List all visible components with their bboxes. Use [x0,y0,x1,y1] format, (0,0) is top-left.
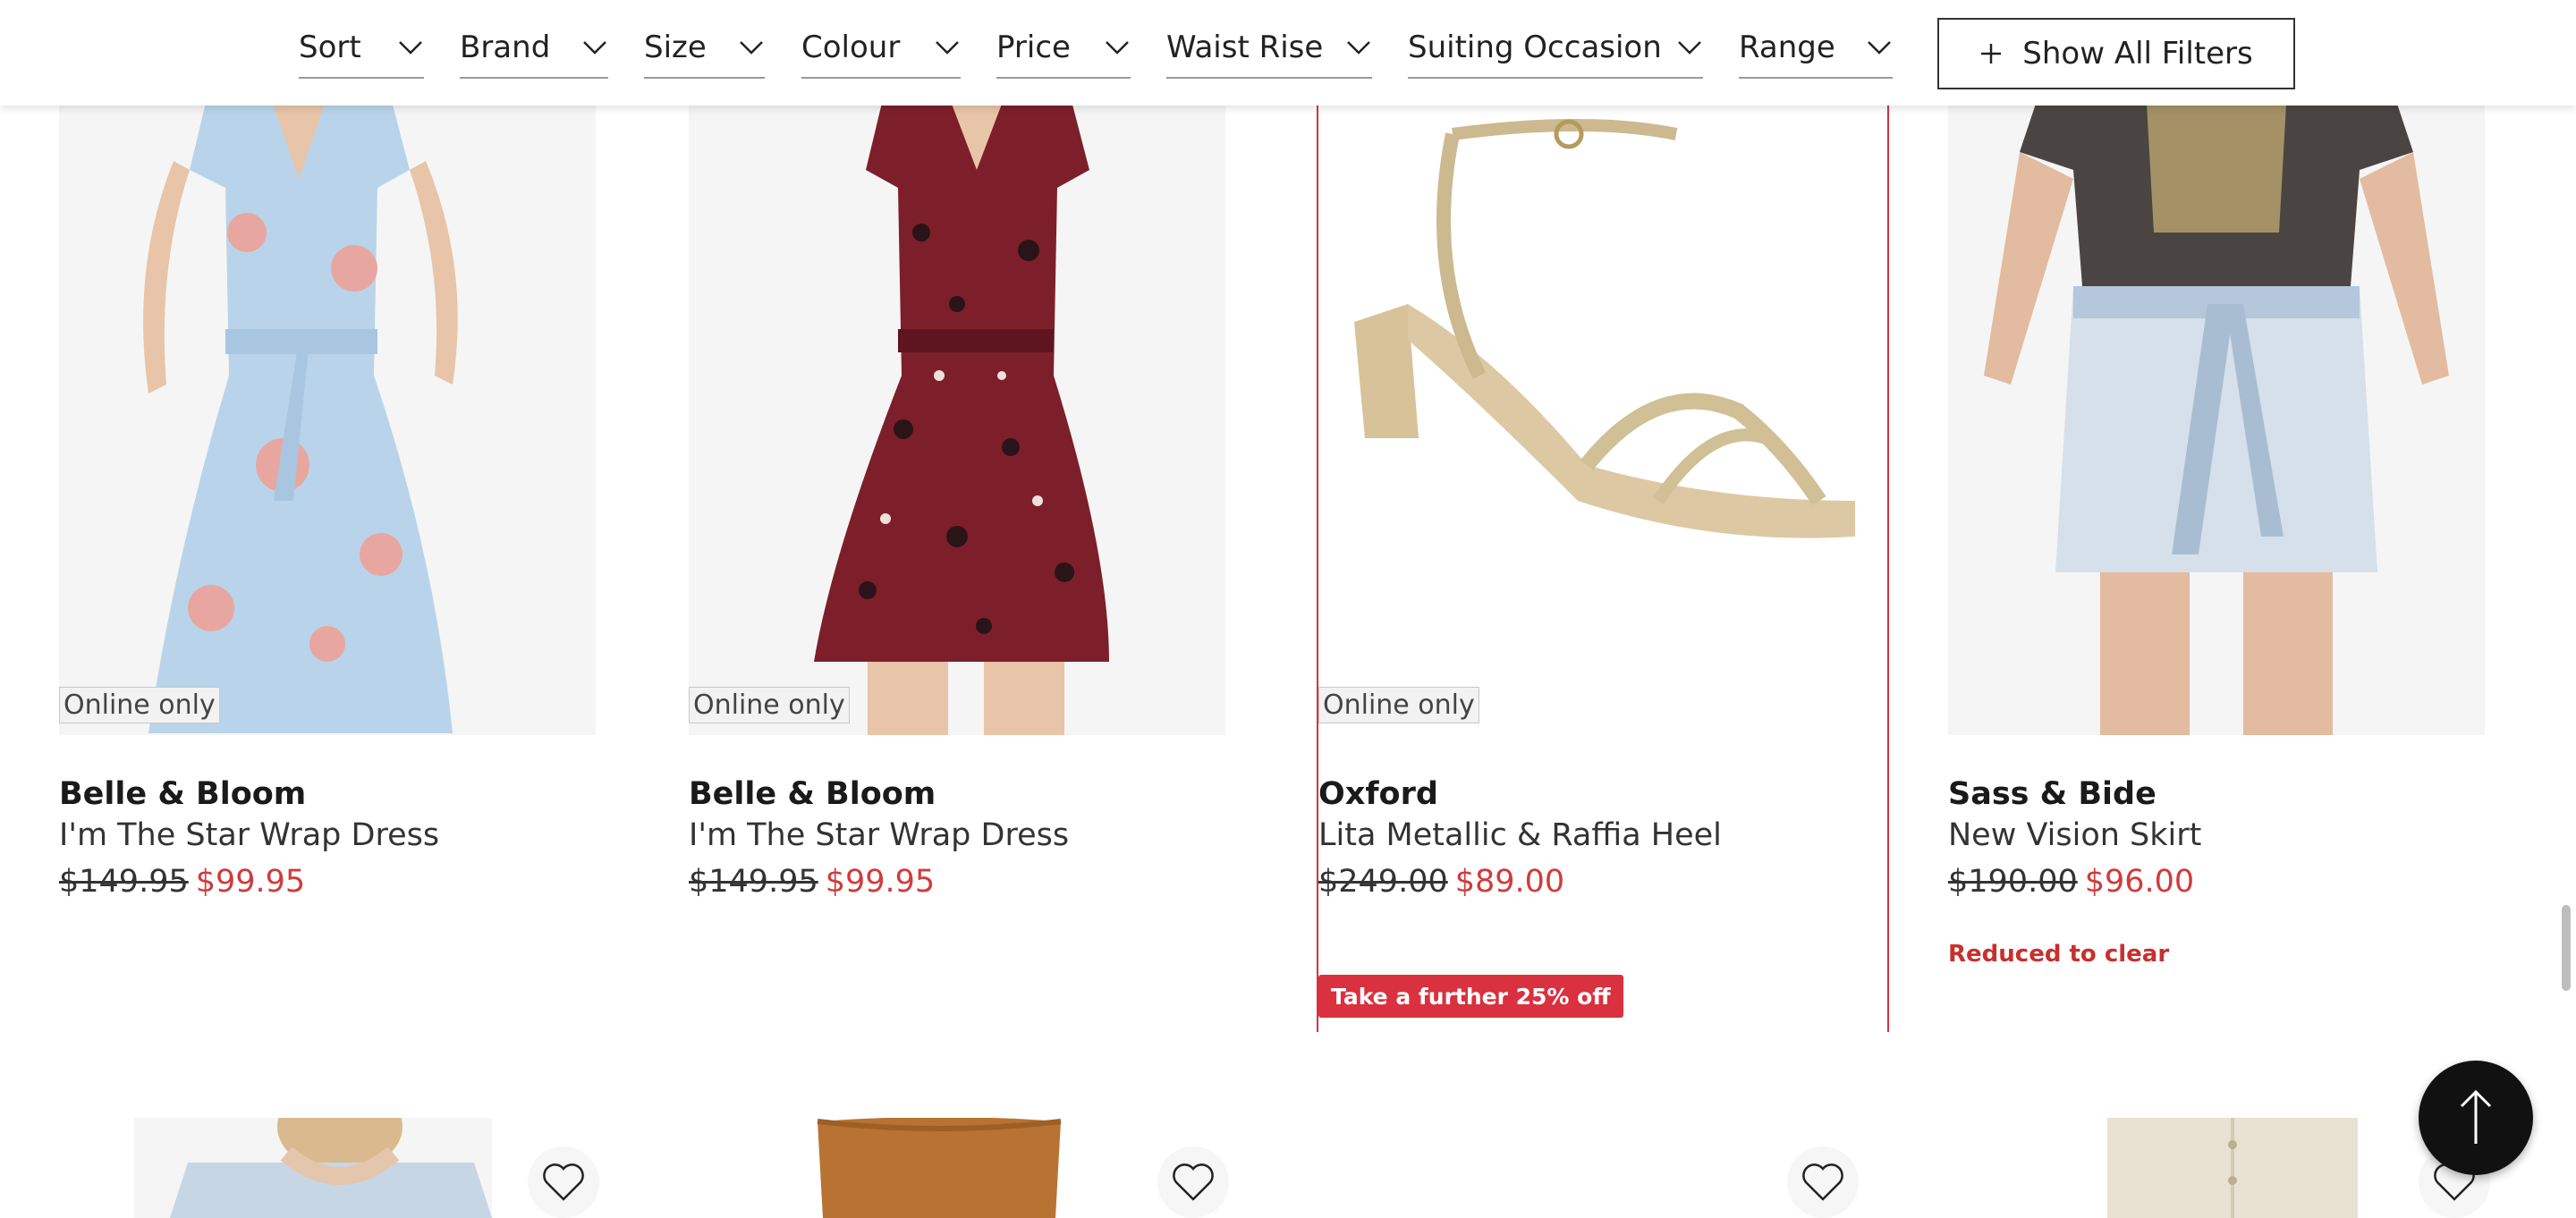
filter-waist-rise[interactable]: Waist Rise [1166,18,1372,79]
chevron-down-icon [399,41,422,55]
sale-price: $99.95 [825,864,936,900]
plus-icon [1981,44,2002,63]
product-card[interactable]: Online only Oxford Lita Metallic & Raffi… [1317,0,1889,1032]
sale-price: $96.00 [2084,864,2195,900]
filter-price[interactable]: Price [996,18,1131,79]
reduced-to-clear-note: Reduced to clear [1948,941,2170,968]
online-only-badge: Online only [59,687,220,723]
filter-suiting-occasion[interactable]: Suiting Occasion [1408,18,1703,79]
filter-sort[interactable]: Sort [299,18,424,79]
product-name[interactable]: I'm The Star Wrap Dress [689,817,1069,853]
back-to-top-button[interactable] [2419,1061,2533,1175]
filter-label: Colour [801,30,901,65]
was-price: $149.95 [59,864,189,900]
filter-label: Waist Rise [1166,30,1324,65]
was-price: $190.00 [1948,864,2078,900]
product-brand[interactable]: Sass & Bide [1948,776,2157,812]
filter-label: Suiting Occasion [1408,30,1662,65]
filter-label: Sort [299,30,361,65]
sale-price: $89.00 [1454,864,1565,900]
product-image[interactable] [2107,1118,2358,1218]
filter-label: Size [644,30,707,65]
product-name[interactable]: New Vision Skirt [1948,817,2201,853]
wishlist-button[interactable] [1787,1146,1859,1218]
promo-badge: Take a further 25% off [1318,975,1623,1018]
product-brand[interactable]: Oxford [1318,776,1438,812]
filter-bar: Sort Brand Size Colour Price Waist Rise … [0,0,2576,106]
filter-label: Range [1739,30,1835,65]
product-brand[interactable]: Belle & Bloom [689,776,936,812]
product-photo [134,1118,492,1218]
chevron-down-icon [583,41,606,55]
product-image[interactable] [134,1118,492,1218]
chevron-down-icon [1868,41,1891,55]
arrow-up-icon [2460,1089,2492,1144]
product-price: $149.95 $99.95 [689,864,935,900]
denim-skirt-image [1948,0,2485,735]
wishlist-button[interactable] [1157,1146,1229,1218]
chevron-down-icon [1347,41,1370,55]
sale-price: $99.95 [195,864,306,900]
wishlist-button[interactable] [528,1146,599,1218]
raffia-heel-image [1318,0,1887,735]
product-brand[interactable]: Belle & Bloom [59,776,306,812]
show-all-filters-button[interactable]: Show All Filters [1937,18,2295,89]
heart-icon [1802,1163,1843,1201]
floral-dress-image [59,0,596,735]
scrollbar-thumb[interactable] [2562,905,2571,991]
filter-size[interactable]: Size [644,18,765,79]
online-only-badge: Online only [1318,687,1479,723]
chevron-down-icon [1678,41,1701,55]
product-image[interactable] [59,0,596,735]
show-all-filters-label: Show All Filters [2022,36,2253,72]
product-card[interactable]: Sass & Bide New Vision Skirt $190.00 $96.… [1948,0,2488,1032]
product-name[interactable]: Lita Metallic & Raffia Heel [1318,817,1722,853]
product-image[interactable] [805,1118,1073,1218]
product-image[interactable] [1318,0,1887,735]
heart-icon [1173,1163,1214,1201]
product-price: $190.00 $96.00 [1948,864,2194,900]
chevron-down-icon [1106,41,1129,55]
online-only-badge: Online only [689,687,850,723]
product-price: $249.00 $89.00 [1318,864,1564,900]
heart-icon [543,1163,584,1201]
product-card[interactable]: Online only Belle & Bloom I'm The Star W… [689,0,1229,1032]
product-card[interactable]: Online only Belle & Bloom I'm The Star W… [59,0,599,1032]
product-image[interactable] [1948,0,2485,735]
filter-label: Brand [460,30,551,65]
was-price: $149.95 [689,864,818,900]
filter-label: Price [996,30,1071,65]
filter-brand[interactable]: Brand [460,18,608,79]
page-scrollbar[interactable] [2556,0,2576,1218]
product-price: $149.95 $99.95 [59,864,305,900]
chevron-down-icon [740,41,763,55]
filter-range[interactable]: Range [1739,18,1893,79]
product-image[interactable] [689,0,1225,735]
was-price: $249.00 [1318,864,1448,900]
product-photo [805,1118,1073,1218]
leopard-dress-image [689,0,1225,735]
filter-colour[interactable]: Colour [801,18,961,79]
chevron-down-icon [936,41,959,55]
product-name[interactable]: I'm The Star Wrap Dress [59,817,439,853]
product-photo [2107,1118,2358,1218]
